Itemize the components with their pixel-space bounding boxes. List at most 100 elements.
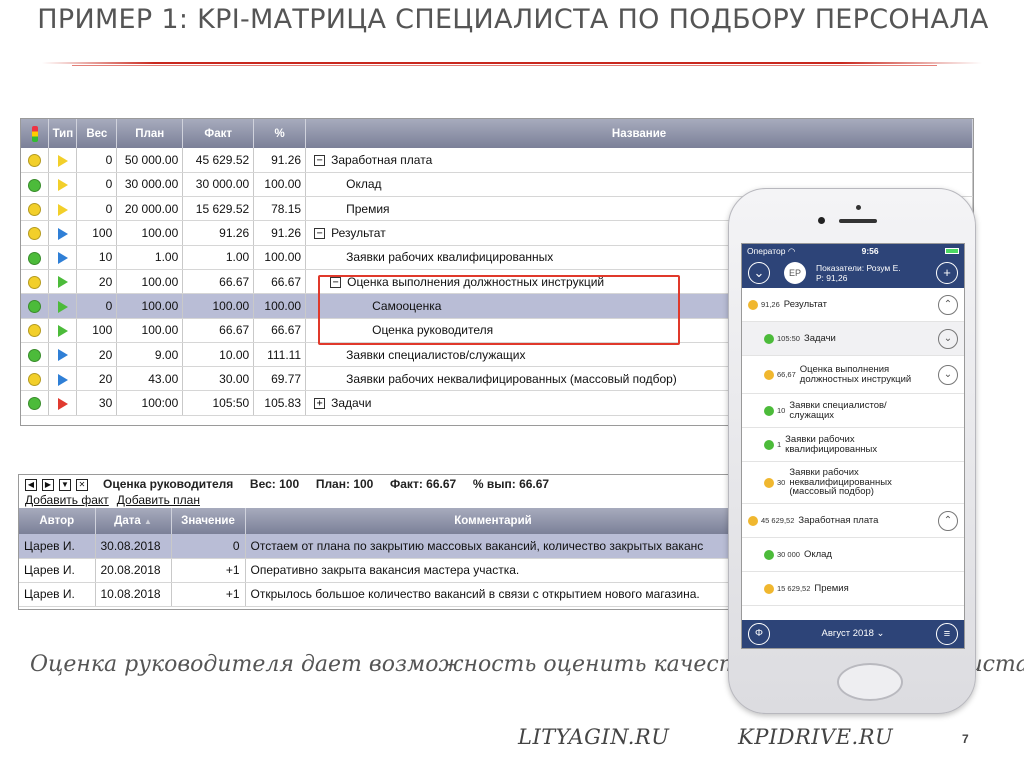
footer-link-lityagin[interactable]: LITYAGIN.RU (518, 725, 669, 749)
percent-cell: 100.00 (253, 245, 307, 270)
status-dot-icon (748, 515, 758, 526)
type-cell (48, 269, 78, 295)
kpi-name: Заработная плата (331, 152, 433, 167)
add-fact-link[interactable]: Добавить факт (25, 493, 109, 507)
item-name: Результат (783, 298, 827, 310)
kpi-row[interactable]: 0 50 000.00 45 629.52 91.26− Заработная плат… (21, 148, 973, 173)
carrier-label: Оператор (747, 245, 786, 256)
add-plan-link[interactable]: Добавить план (117, 493, 200, 507)
plan-cell: 100:00 (116, 390, 184, 416)
item-value: 1 (777, 440, 782, 449)
next-icon[interactable]: ▶ (42, 478, 54, 491)
type-flag-icon (57, 252, 68, 265)
camera-icon (818, 217, 825, 224)
column-header-comment[interactable]: Комментарий (245, 508, 739, 534)
column-header-date[interactable]: Дата ▲ (95, 508, 172, 534)
collapse-icon[interactable]: − (314, 155, 326, 167)
chevron-down-icon[interactable]: ⌄ (938, 328, 958, 349)
wifi-icon: ◠ (787, 245, 796, 256)
phone-kpi-item[interactable]: 91,26 Результат ⌃ (742, 288, 964, 322)
percent-cell: 100.00 (253, 172, 307, 198)
clock: 9:56 (861, 246, 879, 256)
item-value: 45 629,52 (761, 516, 795, 525)
close-icon[interactable]: ✕ (76, 478, 88, 491)
collapse-all-button[interactable]: ⌄ (748, 262, 770, 284)
phone-kpi-item[interactable]: 66,67 Оценка выполнения должностных инстр… (742, 356, 964, 394)
status-cell (21, 172, 50, 198)
status-dot-icon (28, 275, 42, 289)
avatar[interactable]: ЕР (784, 262, 806, 284)
column-header-fact[interactable]: Факт (182, 119, 255, 148)
type-cell (48, 148, 78, 173)
kpi-name: Премия (346, 201, 390, 216)
down-icon[interactable]: ▼ (59, 478, 71, 491)
fact-cell: 30 000.00 (182, 172, 255, 198)
phone-kpi-item[interactable]: 10 Заявки специалистов/ служащих (742, 394, 964, 428)
expand-icon[interactable]: + (314, 398, 326, 410)
item-value: 91,26 (761, 300, 780, 309)
plan-cell: 100.00 (116, 220, 184, 246)
traffic-light-icon (31, 125, 38, 142)
value-cell: +1 (171, 558, 246, 583)
author-cell: Царев И. (19, 582, 96, 607)
phone-kpi-item[interactable]: 15 629,52 Премия (742, 572, 964, 606)
evaluation-row[interactable]: Царев И. 30.08.2018 0 Отстаем от плана по з… (19, 534, 739, 559)
weight-cell: 30 (76, 390, 118, 416)
status-column-header[interactable] (21, 119, 50, 148)
phone-kpi-item[interactable]: 30 Заявки рабочих неквалифицированных (ма… (742, 462, 964, 504)
footer-link-kpidrive[interactable]: KPIDRIVE.RU (738, 725, 893, 749)
phone-kpi-item[interactable]: 105:50 Задачи ⌄ (742, 322, 964, 356)
fact-cell: 91.26 (182, 220, 255, 246)
fact-cell: 105:50 (182, 390, 255, 416)
detail-fact: Факт: 66.67 (390, 477, 457, 491)
month-selector[interactable]: Август 2018 ⌄ (742, 628, 964, 639)
status-dot-icon (764, 477, 774, 488)
status-dot-icon (28, 178, 42, 192)
value-cell: +1 (171, 582, 246, 607)
kpi-name: Заявки специалистов/служащих (346, 347, 526, 362)
item-name: Оценка выполнения должностных инструкций (799, 364, 912, 385)
item-name: Заработная плата (798, 514, 879, 526)
highlight-frame (318, 275, 680, 345)
kpi-name: Заявки рабочих неквалифицированных (масс… (346, 371, 677, 386)
status-dot-icon (764, 333, 774, 344)
kpi-name: Оклад (346, 177, 382, 192)
home-button[interactable] (837, 663, 903, 701)
phone-kpi-item[interactable]: 30 000 Оклад (742, 538, 964, 572)
item-name: Заявки рабочих квалифицированных (785, 434, 878, 455)
sort-icon: ▲ (143, 517, 152, 526)
fact-cell: 66.67 (182, 318, 255, 343)
first-icon[interactable]: ◀ (25, 478, 37, 491)
chevron-up-icon[interactable]: ⌃ (938, 510, 958, 531)
chevron-down-icon[interactable]: ⌄ (938, 364, 958, 385)
type-flag-icon (57, 203, 68, 216)
column-header-plan[interactable]: План (116, 119, 184, 148)
front-sensor (856, 205, 861, 210)
chevron-up-icon[interactable]: ⌃ (938, 294, 958, 315)
type-flag-icon (57, 154, 68, 167)
column-header-type[interactable]: Тип (48, 119, 78, 148)
app-header: ⌄ ЕР Показатели: Розум Е. Р: 91,26 + (742, 258, 964, 288)
type-cell (48, 172, 78, 198)
author-cell: Царев И. (19, 534, 96, 559)
column-header-weight[interactable]: Вес (76, 119, 118, 148)
column-header-name[interactable]: Название (305, 119, 973, 148)
phone-kpi-item[interactable]: 45 629,52 Заработная плата ⌃ (742, 504, 964, 538)
author-cell: Царев И. (19, 558, 96, 583)
column-header-author[interactable]: Автор (19, 508, 96, 534)
plan-cell: 1.00 (116, 245, 184, 270)
collapse-icon[interactable]: − (314, 228, 326, 240)
item-value: 15 629,52 (777, 584, 811, 593)
menu-icon[interactable]: ≡ (936, 623, 958, 645)
phone-kpi-item[interactable]: 1 Заявки рабочих квалифицированных (742, 428, 964, 462)
column-header-value[interactable]: Значение (171, 508, 246, 534)
evaluation-row[interactable]: Царев И. 10.08.2018 +1 Открылось большое ко… (19, 582, 739, 607)
plan-cell: 100.00 (116, 269, 184, 295)
page-number: 7 (962, 732, 969, 746)
status-cell (21, 342, 50, 368)
status-cell (21, 293, 50, 319)
evaluation-row[interactable]: Царев И. 20.08.2018 +1 Оперативно закрыта в… (19, 558, 739, 583)
column-header-percent[interactable]: % (253, 119, 307, 148)
add-button[interactable]: + (936, 262, 958, 284)
type-flag-icon (57, 397, 68, 410)
